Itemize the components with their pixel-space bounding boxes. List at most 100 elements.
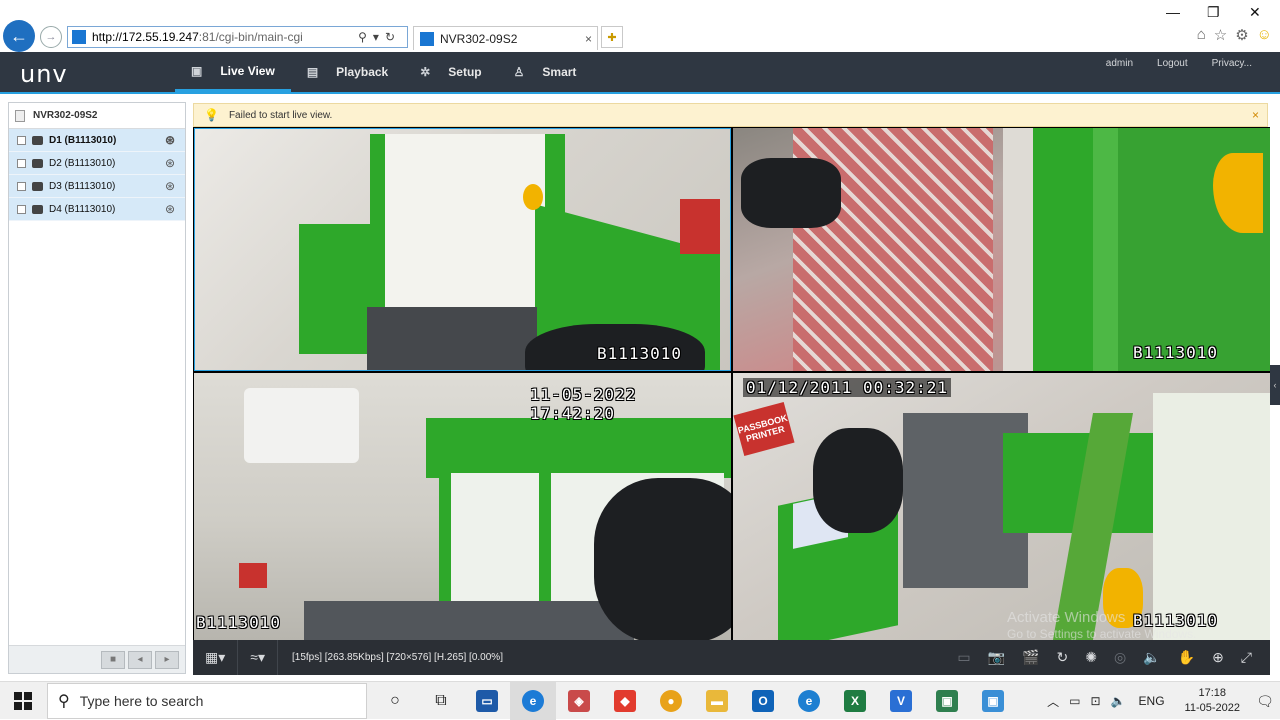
- video-pane-3[interactable]: 11-05-2022 17:42:20 B1113010: [194, 373, 731, 640]
- channel-item-d1[interactable]: D1 (B1113010) ⊛: [9, 129, 185, 152]
- excel-icon[interactable]: X: [832, 682, 878, 720]
- chrome-icon[interactable]: ●: [648, 682, 694, 720]
- stream-select-icon[interactable]: ≈▾: [250, 649, 265, 666]
- channel-checkbox[interactable]: [17, 135, 26, 145]
- app-icon[interactable]: ◈: [556, 682, 602, 720]
- app-icon[interactable]: ▭: [464, 682, 510, 720]
- talk-icon[interactable]: ✋: [1178, 649, 1195, 666]
- feedback-smiley-icon[interactable]: ☺: [1257, 26, 1272, 44]
- home-icon[interactable]: ⌂: [1197, 26, 1206, 44]
- close-alert-icon[interactable]: ×: [1252, 108, 1259, 122]
- nvr-device-icon: [15, 109, 25, 122]
- scene-poster: [680, 199, 720, 254]
- collapse-panel-handle[interactable]: ‹: [1270, 365, 1280, 405]
- url-path: :81/cgi-bin/main-cgi: [198, 30, 303, 44]
- notification-icon[interactable]: 🗨: [1250, 693, 1280, 710]
- fullscreen-icon[interactable]: ⤢: [1241, 649, 1252, 666]
- maximize-icon[interactable]: ❐: [1207, 4, 1220, 21]
- passbook-printer-sign: PASSBOOK PRINTER: [733, 401, 795, 457]
- stream-play-icon[interactable]: ⊛: [165, 202, 175, 216]
- favorites-star-icon[interactable]: ☆: [1214, 26, 1227, 44]
- browser-tab[interactable]: NVR302-09S2 ×: [413, 26, 598, 50]
- edge-icon[interactable]: e: [786, 682, 832, 720]
- stop-view-icon[interactable]: ▭: [957, 649, 970, 666]
- taskbar-search-box[interactable]: ⚲ Type here to search: [47, 683, 367, 719]
- site-favicon-icon: [72, 30, 86, 44]
- video-pane-4[interactable]: PASSBOOK PRINTER 01/12/2011 00:32:21 Act…: [733, 373, 1270, 640]
- prev-page-button[interactable]: ◂: [128, 650, 152, 669]
- channel-item-d4[interactable]: D4 (B1113010) ⊛: [9, 198, 185, 221]
- toolbar-actions: ▭ 📷 🎬 ↻ ✺ ◎ 🔈 ✋ ⊕ ⤢: [957, 649, 1252, 666]
- close-window-icon[interactable]: ✕: [1249, 4, 1261, 21]
- next-page-button[interactable]: ▸: [155, 650, 179, 669]
- logo-text: unv: [20, 60, 68, 88]
- record-clip-icon[interactable]: 🎬: [1022, 649, 1039, 666]
- tab-title: NVR302-09S2: [440, 31, 518, 46]
- windows-start-icon[interactable]: [14, 692, 32, 710]
- anydesk-icon[interactable]: ◆: [602, 682, 648, 720]
- privacy-link[interactable]: Privacy...: [1212, 58, 1252, 69]
- video-pane-1[interactable]: B1113010: [194, 128, 731, 371]
- ptz-rotate-icon[interactable]: ↻: [1057, 649, 1069, 666]
- scene-bench: [367, 307, 537, 370]
- search-icon: ⚲: [58, 693, 70, 710]
- clock[interactable]: 17:18 11-05-2022: [1185, 686, 1240, 716]
- vc-app-icon[interactable]: V: [878, 682, 924, 720]
- channel-item-d3[interactable]: D3 (B1113010) ⊛: [9, 175, 185, 198]
- menu-playback[interactable]: ▤ Playback: [291, 52, 404, 92]
- network-icon[interactable]: ⊡: [1091, 694, 1101, 708]
- logout-link[interactable]: Logout: [1157, 58, 1188, 69]
- task-view-icon[interactable]: ⧉: [418, 682, 464, 720]
- monitor-icon: ▣: [191, 63, 203, 78]
- app-icon[interactable]: ▣: [924, 682, 970, 720]
- ptz-control-icon[interactable]: ✺: [1085, 649, 1097, 666]
- snapshot-camera-icon[interactable]: 📷: [988, 649, 1005, 666]
- settings-gear-icon[interactable]: ⚙: [1235, 26, 1248, 44]
- stream-info: [15fps] [263.85Kbps] [720×576] [H.265] […: [291, 652, 503, 663]
- menu-smart[interactable]: ♙ Smart: [498, 52, 593, 92]
- new-tab-button[interactable]: ✚: [601, 26, 623, 48]
- scene-ac-unit: [244, 388, 359, 463]
- layout-grid-icon[interactable]: ▦▾: [205, 649, 225, 666]
- device-node[interactable]: NVR302-09S2: [9, 103, 185, 129]
- channel-osd: B1113010: [1133, 343, 1219, 362]
- speaker-icon[interactable]: 🔈: [1111, 694, 1126, 708]
- scene-wall: [1003, 128, 1033, 371]
- camera-icon: [32, 204, 43, 214]
- stream-play-icon[interactable]: ⊛: [165, 179, 175, 193]
- outlook-icon[interactable]: O: [740, 682, 786, 720]
- menu-setup[interactable]: ✲ Setup: [404, 52, 497, 92]
- menu-live-view[interactable]: ▣ Live View: [175, 52, 291, 92]
- forward-button[interactable]: →: [40, 26, 62, 48]
- video-pane-2[interactable]: B1113010: [733, 128, 1270, 371]
- tray-expand-icon[interactable]: ︿: [1047, 693, 1059, 710]
- scene-sign: [239, 563, 267, 588]
- channel-item-d2[interactable]: D2 (B1113010) ⊛: [9, 152, 185, 175]
- address-bar[interactable]: http://172.55.19.247:81/cgi-bin/main-cgi…: [67, 26, 408, 48]
- stop-all-button[interactable]: ■: [101, 650, 125, 669]
- back-button[interactable]: ←: [3, 20, 35, 52]
- camera-icon: [32, 135, 43, 145]
- battery-icon[interactable]: ▭: [1069, 694, 1080, 708]
- channel-label: D2 (B1113010): [49, 157, 116, 169]
- stream-play-icon[interactable]: ⊛: [165, 156, 175, 170]
- zoom-icon[interactable]: ⊕: [1212, 649, 1224, 666]
- channel-checkbox[interactable]: [17, 204, 26, 214]
- close-tab-icon[interactable]: ×: [585, 32, 592, 46]
- cortana-icon[interactable]: ○: [372, 682, 418, 720]
- clock-time: 17:18: [1198, 687, 1227, 699]
- panel-footer: ■ ◂ ▸: [9, 645, 185, 673]
- internet-explorer-icon[interactable]: e: [510, 682, 556, 720]
- app-icon[interactable]: ▣: [970, 682, 1016, 720]
- input-language[interactable]: ENG: [1139, 694, 1165, 708]
- stream-play-icon[interactable]: ⊛: [165, 133, 175, 147]
- file-explorer-icon[interactable]: ▬: [694, 682, 740, 720]
- address-tools[interactable]: ⚲▾↻: [358, 30, 401, 44]
- channel-label: D3 (B1113010): [49, 180, 116, 192]
- camera-icon: [32, 181, 43, 191]
- volume-icon[interactable]: 🔈: [1143, 649, 1160, 666]
- channel-checkbox[interactable]: [17, 181, 26, 191]
- channel-checkbox[interactable]: [17, 158, 26, 168]
- fisheye-icon[interactable]: ◎: [1114, 649, 1126, 666]
- minimize-icon[interactable]: —: [1166, 4, 1180, 20]
